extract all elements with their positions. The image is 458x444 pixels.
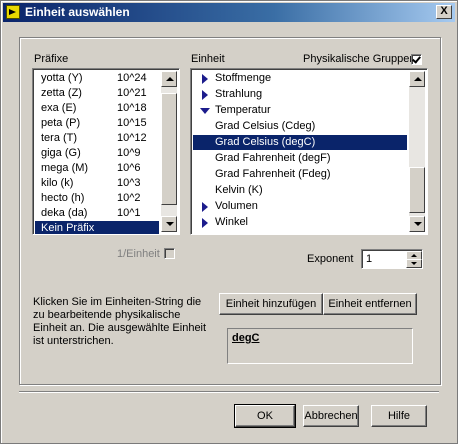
prefix-factor: 10^24: [117, 72, 147, 84]
physical-groups-checkbox[interactable]: [411, 54, 422, 65]
exponent-label: Exponent: [307, 253, 354, 265]
prefix-item[interactable]: giga (G) 10^9: [35, 146, 159, 161]
prefix-name: peta (P): [41, 117, 81, 129]
prefix-item[interactable]: deka (da) 10^1: [35, 206, 159, 221]
exponent-value: 1: [366, 253, 373, 265]
unit-tree[interactable]: Stoffmenge Strahlung Temperatur Grad Celsiu…: [190, 68, 428, 235]
expand-triangle-icon[interactable]: [202, 202, 208, 212]
prefix-name: giga (G): [41, 147, 81, 159]
prefixes-label: Präfixe: [34, 53, 69, 65]
unit-group-item[interactable]: Stoffmenge: [193, 71, 407, 86]
unit-item-label: Grad Celsius (Cdeg): [215, 120, 316, 132]
instructions-text: Klicken Sie im Einheiten-String die zu b…: [33, 296, 207, 347]
prefix-name: hecto (h): [41, 192, 85, 204]
prefix-item[interactable]: zetta (Z) 10^21: [35, 86, 159, 101]
selected-unit-token[interactable]: degC: [232, 332, 260, 344]
prefix-item[interactable]: mega (M) 10^6: [35, 161, 159, 176]
unit-item[interactable]: Grad Celsius (degC): [193, 135, 407, 150]
add-unit-button[interactable]: Einheit hinzufügen: [219, 293, 323, 315]
prefix-factor: 10^12: [117, 132, 147, 144]
ok-button[interactable]: OK: [234, 404, 296, 428]
unit-group-item[interactable]: Strahlung: [193, 87, 407, 102]
unit-item-label: Kelvin (K): [215, 184, 263, 196]
prefix-item[interactable]: Kein Präfix: [35, 221, 159, 234]
exponent-input[interactable]: 1: [361, 249, 423, 269]
unit-item[interactable]: Kelvin (K): [193, 183, 407, 198]
prefix-item[interactable]: tera (T) 10^12: [35, 131, 159, 146]
prefix-factor: 10^1: [117, 207, 141, 219]
prefix-factor: 10^21: [117, 87, 147, 99]
prefix-item[interactable]: kilo (k) 10^3: [35, 176, 159, 191]
expand-triangle-icon[interactable]: [202, 90, 208, 100]
prefix-name: deka (da): [41, 207, 88, 219]
exponent-decrement-button[interactable]: [406, 259, 422, 268]
prefix-name: tera (T): [41, 132, 78, 144]
cancel-button[interactable]: Abbrechen: [303, 405, 359, 427]
unit-item-label: Volumen: [215, 200, 258, 212]
help-button[interactable]: Hilfe: [371, 405, 427, 427]
unit-item-label: Grad Celsius (degC): [215, 136, 316, 148]
scroll-down-button[interactable]: [161, 216, 177, 232]
unit-scrollbar[interactable]: [409, 71, 425, 232]
arrow-down-icon: [414, 222, 422, 226]
unit-item[interactable]: Grad Celsius (Cdeg): [193, 119, 407, 134]
unit-item-label: Strahlung: [215, 88, 263, 100]
prefix-listbox[interactable]: yotta (Y) 10^24 zetta (Z) 10^21 exa (E) 10^18…: [32, 68, 180, 235]
physical-groups-label: Physikalische Gruppen: [303, 53, 416, 65]
scroll-thumb[interactable]: [409, 167, 425, 213]
prefix-name: Kein Präfix: [41, 222, 95, 234]
expand-triangle-icon[interactable]: [202, 74, 208, 84]
dialog-window: Einheit auswählen X Präfixe yotta (Y) 10^…: [0, 0, 458, 444]
unit-item-label: Grad Fahrenheit (degF): [215, 152, 331, 164]
prefix-factor: 10^15: [117, 117, 147, 129]
scroll-down-button[interactable]: [409, 216, 425, 232]
arrow-up-icon: [411, 254, 417, 257]
close-button[interactable]: X: [436, 5, 452, 19]
prefix-item[interactable]: hecto (h) 10^2: [35, 191, 159, 206]
unit-group-item[interactable]: Temperatur: [193, 103, 407, 118]
prefix-factor: 10^18: [117, 102, 147, 114]
scroll-thumb[interactable]: [161, 93, 177, 205]
arrow-down-icon: [166, 222, 174, 226]
reciprocal-label: 1/Einheit: [117, 248, 160, 260]
labview-app-icon: [6, 5, 20, 19]
prefix-item[interactable]: yotta (Y) 10^24: [35, 71, 159, 86]
prefix-item[interactable]: peta (P) 10^15: [35, 116, 159, 131]
prefix-name: kilo (k): [41, 177, 74, 189]
unit-group-item[interactable]: Winkel: [193, 215, 407, 230]
arrow-up-icon: [166, 77, 174, 81]
scroll-up-button[interactable]: [409, 71, 425, 87]
arrow-up-icon: [414, 77, 422, 81]
unit-item[interactable]: Grad Fahrenheit (Fdeg): [193, 167, 407, 182]
unit-string-field[interactable]: degC: [227, 328, 413, 364]
collapse-triangle-icon[interactable]: [200, 108, 210, 114]
prefix-factor: 10^9: [117, 147, 141, 159]
unit-item[interactable]: Grad Fahrenheit (degF): [193, 151, 407, 166]
title-bar[interactable]: Einheit auswählen X: [3, 3, 455, 22]
unit-item-label: Grad Fahrenheit (Fdeg): [215, 168, 331, 180]
prefix-factor: 10^2: [117, 192, 141, 204]
prefix-name: exa (E): [41, 102, 77, 114]
prefix-factor: 10^3: [117, 177, 141, 189]
prefix-factor: 10^6: [117, 162, 141, 174]
prefix-item[interactable]: exa (E) 10^18: [35, 101, 159, 116]
window-title: Einheit auswählen: [25, 5, 130, 19]
unit-item-label: Stoffmenge: [215, 72, 272, 84]
reciprocal-checkbox[interactable]: [164, 248, 175, 259]
remove-unit-button[interactable]: Einheit entfernen: [323, 293, 417, 315]
prefix-name: yotta (Y): [41, 72, 83, 84]
unit-group-item[interactable]: Volumen: [193, 199, 407, 214]
prefix-name: mega (M): [41, 162, 89, 174]
expand-triangle-icon[interactable]: [202, 218, 208, 228]
unit-item-label: Winkel: [215, 216, 249, 228]
separator: [19, 391, 439, 393]
checkmark-icon: [412, 54, 421, 64]
unit-label: Einheit: [191, 53, 225, 65]
unit-item-label: Temperatur: [215, 104, 271, 116]
scroll-up-button[interactable]: [161, 71, 177, 87]
arrow-down-icon: [411, 262, 417, 265]
prefix-scrollbar[interactable]: [161, 71, 177, 232]
prefix-name: zetta (Z): [41, 87, 82, 99]
